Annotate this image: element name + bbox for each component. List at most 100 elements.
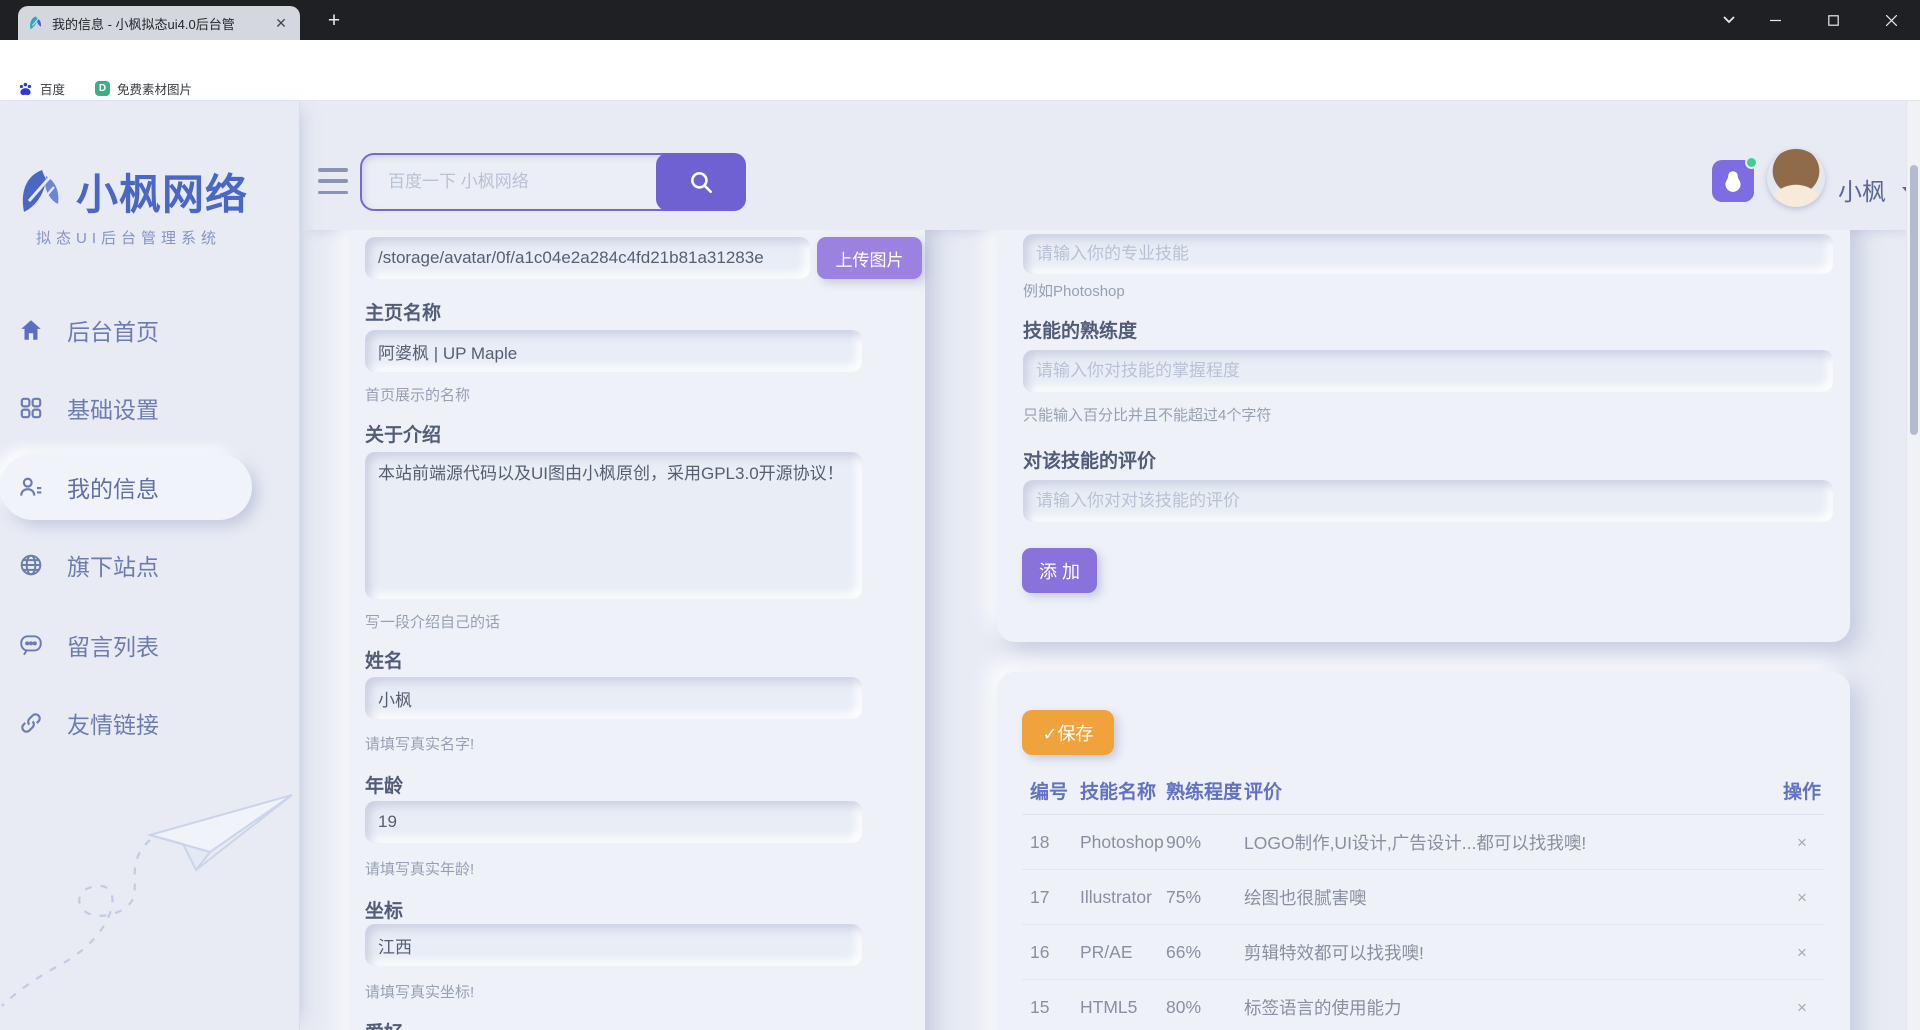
field-hint: 首页展示的名称 xyxy=(365,384,470,405)
sidebar-item-settings[interactable]: 基础设置 xyxy=(0,375,260,441)
skill-comment-field[interactable] xyxy=(1023,480,1833,522)
new-tab-button[interactable]: + xyxy=(320,7,348,35)
username[interactable]: 小枫 xyxy=(1838,172,1886,207)
sidebar-item-sites[interactable]: 旗下站点 xyxy=(0,532,260,598)
globe-icon xyxy=(18,552,44,578)
cell-skill-name: Photoshop xyxy=(1080,832,1166,853)
field-hint: 只能输入百分比并且不能超过4个字符 xyxy=(1023,404,1271,425)
window-maximize-button[interactable] xyxy=(1804,0,1862,40)
page-scrollbar xyxy=(1906,101,1920,1030)
field-hint: 例如Photoshop xyxy=(1023,280,1125,301)
bookmark-label: 百度 xyxy=(40,79,65,98)
search-icon xyxy=(688,169,714,195)
user-avatar[interactable] xyxy=(1767,149,1825,207)
window-close-button[interactable] xyxy=(1862,0,1920,40)
bookmark-baidu[interactable]: 百度 xyxy=(18,79,65,98)
table-header-row: 编号 技能名称 熟练程度 评价 操作 xyxy=(1022,767,1825,815)
column-header: 技能名称 xyxy=(1080,777,1166,804)
field-label: 姓名 xyxy=(365,646,403,673)
delete-row-button[interactable]: × xyxy=(1797,833,1807,853)
field-label: 主页名称 xyxy=(365,298,441,325)
sidebar-item-dashboard[interactable]: 后台首页 xyxy=(0,297,260,363)
bookmark-label: 免费素材图片 xyxy=(117,79,192,98)
sidebar-item-label: 基础设置 xyxy=(67,391,159,425)
user-icon xyxy=(18,474,44,500)
logo-subtitle: 拟态UI后台管理系统 xyxy=(36,227,221,248)
avatar-path-field[interactable] xyxy=(365,237,810,279)
grid-icon xyxy=(18,395,44,421)
save-button-label: 保存 xyxy=(1058,724,1094,744)
table-row: 16 PR/AE 66% 剪辑特效都可以找我噢! × xyxy=(1022,925,1825,980)
age-field[interactable] xyxy=(365,801,862,843)
cell-skill-name: HTML5 xyxy=(1080,997,1166,1018)
home-icon xyxy=(18,317,44,343)
real-name-field[interactable] xyxy=(365,677,862,719)
cell-skill-name: Illustrator xyxy=(1080,887,1166,908)
main-content: 上传图片 主页名称 首页展示的名称 关于介绍 本站前端源代码以及UI图由小枫原创… xyxy=(300,230,1906,1030)
logo-title: 小枫网络 xyxy=(76,161,248,222)
delete-row-button[interactable]: × xyxy=(1797,943,1807,963)
field-hint: 写一段介绍自己的话 xyxy=(365,611,500,632)
upload-image-button[interactable]: 上传图片 xyxy=(817,237,922,279)
cell-comment: 剪辑特效都可以找我噢! xyxy=(1244,940,1779,965)
table-row: 17 Illustrator 75% 绘图也很腻害噢 × xyxy=(1022,870,1825,925)
field-label: 爱好 xyxy=(365,1018,403,1030)
homepage-name-field[interactable] xyxy=(365,330,862,372)
add-skill-button[interactable]: 添 加 xyxy=(1022,548,1097,593)
browser-tab-strip: 我的信息 - 小枫拟态ui4.0后台管 ✕ + xyxy=(0,0,1920,40)
column-header: 编号 xyxy=(1022,777,1080,804)
skill-table-card: ✓保存 编号 技能名称 熟练程度 评价 操作 18 Photoshop 90% … xyxy=(997,672,1850,1030)
search-input[interactable] xyxy=(362,155,652,209)
field-hint: 请填写真实名字! xyxy=(365,733,474,754)
sidebar-item-label: 友情链接 xyxy=(67,706,159,740)
sidebar-item-my-info[interactable]: 我的信息 xyxy=(0,454,252,520)
baidu-paw-icon xyxy=(18,81,33,96)
browser-tab[interactable]: 我的信息 - 小枫拟态ui4.0后台管 ✕ xyxy=(18,6,300,40)
save-button[interactable]: ✓保存 xyxy=(1022,710,1114,755)
menu-toggle-icon[interactable] xyxy=(318,168,348,194)
column-header: 评价 xyxy=(1244,777,1779,804)
window-minimize-button[interactable] xyxy=(1746,0,1804,40)
bookmark-sucai[interactable]: D 免费素材图片 xyxy=(95,79,192,98)
profile-card: 上传图片 主页名称 首页展示的名称 关于介绍 本站前端源代码以及UI图由小枫原创… xyxy=(350,230,925,1030)
site-favicon xyxy=(28,15,44,31)
check-icon: ✓ xyxy=(1042,724,1057,744)
bookmarks-bar: 百度 D 免费素材图片 xyxy=(0,76,1920,101)
sidebar-item-label: 后台首页 xyxy=(67,313,159,347)
field-label: 年龄 xyxy=(365,771,403,798)
cell-level: 90% xyxy=(1166,832,1244,853)
skill-level-field[interactable] xyxy=(1023,350,1833,392)
tab-close-icon[interactable]: ✕ xyxy=(272,14,290,32)
skill-name-field[interactable] xyxy=(1023,234,1833,274)
table-row: 15 HTML5 80% 标签语言的使用能力 × xyxy=(1022,980,1825,1030)
field-label: 技能的熟练度 xyxy=(1023,316,1137,343)
sidebar-item-messages[interactable]: 留言列表 xyxy=(0,612,260,678)
qq-icon xyxy=(1720,168,1746,194)
about-textarea[interactable]: 本站前端源代码以及UI图由小枫原创，采用GPL3.0开源协议！ xyxy=(365,452,862,599)
sidebar: 小枫网络 拟态UI后台管理系统 后台首页 基础设置 我的信息 xyxy=(0,101,300,1030)
search-box xyxy=(360,153,746,211)
location-field[interactable] xyxy=(365,924,862,966)
column-header: 熟练程度 xyxy=(1166,777,1244,804)
sidebar-item-label: 我的信息 xyxy=(67,470,159,504)
field-hint: 请填写真实年龄! xyxy=(365,858,474,879)
cell-comment: 绘图也很腻害噢 xyxy=(1244,885,1779,910)
link-icon xyxy=(18,710,44,736)
column-header: 操作 xyxy=(1779,777,1825,804)
cell-id: 17 xyxy=(1022,887,1080,908)
tab-search-chevron-icon[interactable] xyxy=(1712,11,1746,29)
sidebar-item-label: 旗下站点 xyxy=(67,548,159,582)
scrollbar-thumb[interactable] xyxy=(1910,165,1918,435)
online-status-badge xyxy=(1745,156,1758,169)
field-label: 对该技能的评价 xyxy=(1023,446,1156,473)
delete-row-button[interactable]: × xyxy=(1797,888,1807,908)
tab-title: 我的信息 - 小枫拟态ui4.0后台管 xyxy=(52,14,264,33)
delete-row-button[interactable]: × xyxy=(1797,998,1807,1018)
cell-comment: 标签语言的使用能力 xyxy=(1244,995,1779,1020)
field-label: 关于介绍 xyxy=(365,420,441,447)
cell-id: 18 xyxy=(1022,832,1080,853)
notification-qq-button[interactable] xyxy=(1712,160,1754,202)
search-button[interactable] xyxy=(656,153,746,211)
sidebar-item-label: 留言列表 xyxy=(67,628,159,662)
cell-skill-name: PR/AE xyxy=(1080,942,1166,963)
